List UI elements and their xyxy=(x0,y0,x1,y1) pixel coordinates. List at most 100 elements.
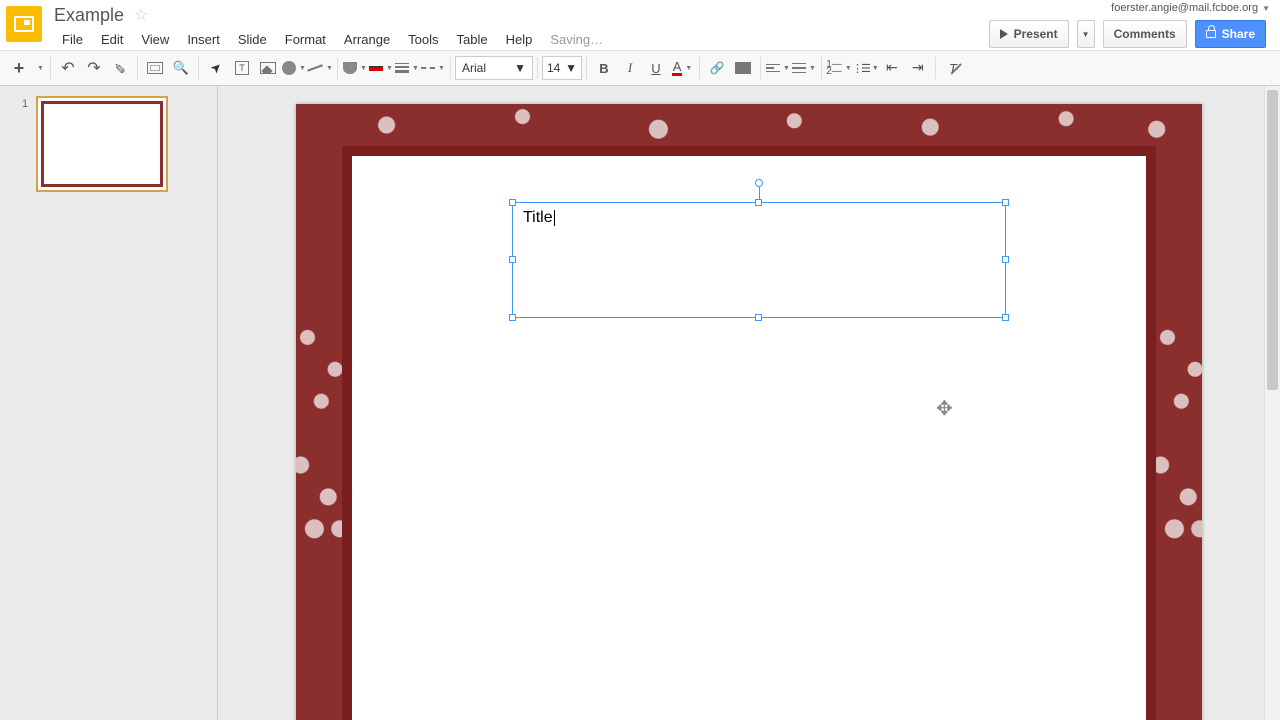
new-slide-dropdown[interactable]: ▼ xyxy=(32,55,46,81)
present-dropdown[interactable]: ▼ xyxy=(1077,20,1095,48)
slide-number: 1 xyxy=(22,98,28,110)
link-icon xyxy=(710,59,725,77)
resize-handle-br[interactable] xyxy=(1002,314,1009,321)
chevron-down-icon: ▼ xyxy=(1262,4,1270,13)
resize-handle-bc[interactable] xyxy=(755,314,762,321)
weight-icon xyxy=(395,63,409,73)
align-icon xyxy=(766,64,780,73)
menu-format[interactable]: Format xyxy=(277,30,334,49)
italic-icon: I xyxy=(628,60,632,76)
bold-icon: B xyxy=(599,61,608,76)
clear-format-button[interactable]: T xyxy=(940,55,966,81)
spacing-icon xyxy=(792,63,806,74)
slide[interactable]: Title xyxy=(296,104,1202,720)
resize-handle-tr[interactable] xyxy=(1002,199,1009,206)
paint-format-button[interactable] xyxy=(107,55,133,81)
resize-handle-tl[interactable] xyxy=(509,199,516,206)
fill-icon xyxy=(343,62,357,74)
textbox-text: Title xyxy=(523,209,553,226)
numbered-list-button[interactable]: 1—2—▼ xyxy=(826,55,852,81)
outdent-button[interactable] xyxy=(879,55,905,81)
font-select[interactable]: Arial▼ xyxy=(455,56,533,80)
menu-help[interactable]: Help xyxy=(498,30,541,49)
dash-icon xyxy=(421,67,435,69)
select-tool[interactable] xyxy=(203,55,229,81)
menu-slide[interactable]: Slide xyxy=(230,30,275,49)
fit-button[interactable] xyxy=(142,55,168,81)
share-button[interactable]: Share xyxy=(1195,20,1266,48)
underline-icon: U xyxy=(651,61,660,76)
undo-icon xyxy=(61,58,74,78)
save-status: Saving… xyxy=(542,30,611,49)
star-icon[interactable]: ☆ xyxy=(134,5,148,25)
slide-thumbnail-1[interactable] xyxy=(36,96,168,192)
image-tool[interactable] xyxy=(255,55,281,81)
menu-insert[interactable]: Insert xyxy=(179,30,228,49)
underline-button[interactable]: U xyxy=(643,55,669,81)
zoom-button[interactable] xyxy=(168,55,194,81)
menu-view[interactable]: View xyxy=(133,30,177,49)
fill-color-button[interactable]: ▼ xyxy=(342,55,368,81)
bold-button[interactable]: B xyxy=(591,55,617,81)
rotate-handle[interactable] xyxy=(755,179,763,187)
italic-button[interactable]: I xyxy=(617,55,643,81)
lock-icon xyxy=(1206,30,1216,38)
text-color-icon: A xyxy=(672,61,683,76)
line-tool[interactable]: ▼ xyxy=(307,55,333,81)
line-icon xyxy=(307,65,323,72)
image-icon xyxy=(260,62,276,74)
align-button[interactable]: ▼ xyxy=(765,55,791,81)
slide-canvas[interactable]: Title ✥ xyxy=(218,86,1280,720)
chevron-down-icon: ▼ xyxy=(1082,30,1090,39)
resize-handle-bl[interactable] xyxy=(509,314,516,321)
comments-button[interactable]: Comments xyxy=(1103,20,1187,48)
user-email: foerster.angie@mail.fcboe.org xyxy=(1111,2,1258,14)
indent-button[interactable] xyxy=(905,55,931,81)
line-color-button[interactable]: ▼ xyxy=(368,55,394,81)
resize-handle-tc[interactable] xyxy=(755,199,762,206)
chevron-down-icon: ▼ xyxy=(514,61,526,75)
bullist-icon xyxy=(852,59,869,77)
resize-handle-ml[interactable] xyxy=(509,256,516,263)
share-label: Share xyxy=(1222,27,1255,41)
present-label: Present xyxy=(1014,27,1058,41)
title-textbox[interactable]: Title xyxy=(512,202,1006,318)
shape-icon xyxy=(282,61,296,75)
redo-button[interactable] xyxy=(81,55,107,81)
app-logo[interactable] xyxy=(6,6,42,42)
menu-tools[interactable]: Tools xyxy=(400,30,446,49)
shape-tool[interactable]: ▼ xyxy=(281,55,307,81)
bulleted-list-button[interactable]: ▼ xyxy=(852,55,879,81)
line-weight-button[interactable]: ▼ xyxy=(394,55,420,81)
menu-file[interactable]: File xyxy=(54,30,91,49)
insert-photo-button[interactable] xyxy=(730,55,756,81)
slide-border-right xyxy=(1156,146,1202,720)
line-spacing-button[interactable]: ▼ xyxy=(791,55,817,81)
slide-panel: 1 xyxy=(0,86,218,720)
stroke-icon xyxy=(369,66,383,71)
chevron-down-icon: ▼ xyxy=(565,61,577,75)
present-button[interactable]: Present xyxy=(989,20,1069,48)
redo-icon xyxy=(87,58,100,78)
scrollbar-thumb[interactable] xyxy=(1267,90,1278,390)
doc-title[interactable]: Example xyxy=(54,5,124,26)
menu-arrange[interactable]: Arrange xyxy=(336,30,398,49)
vertical-scrollbar[interactable] xyxy=(1264,86,1280,720)
link-button[interactable] xyxy=(704,55,730,81)
toolbar: + ▼ T ▼ ▼ ▼ ▼ ▼ ▼ Arial▼ 14▼ B I U A▼ ▼ … xyxy=(0,50,1280,86)
undo-button[interactable] xyxy=(55,55,81,81)
indent-icon xyxy=(912,59,924,77)
resize-handle-mr[interactable] xyxy=(1002,256,1009,263)
slide-border-top xyxy=(296,104,1202,146)
menu-edit[interactable]: Edit xyxy=(93,30,131,49)
user-account[interactable]: foerster.angie@mail.fcboe.org ▼ xyxy=(1111,2,1270,14)
text-icon: T xyxy=(235,61,249,75)
text-color-button[interactable]: A▼ xyxy=(669,55,695,81)
font-size-select[interactable]: 14▼ xyxy=(542,56,582,80)
textbox-content[interactable]: Title xyxy=(513,203,1005,233)
photo-icon xyxy=(735,62,751,74)
line-dash-button[interactable]: ▼ xyxy=(420,55,446,81)
textbox-tool[interactable]: T xyxy=(229,55,255,81)
menu-table[interactable]: Table xyxy=(449,30,496,49)
new-slide-button[interactable]: + xyxy=(6,55,32,81)
